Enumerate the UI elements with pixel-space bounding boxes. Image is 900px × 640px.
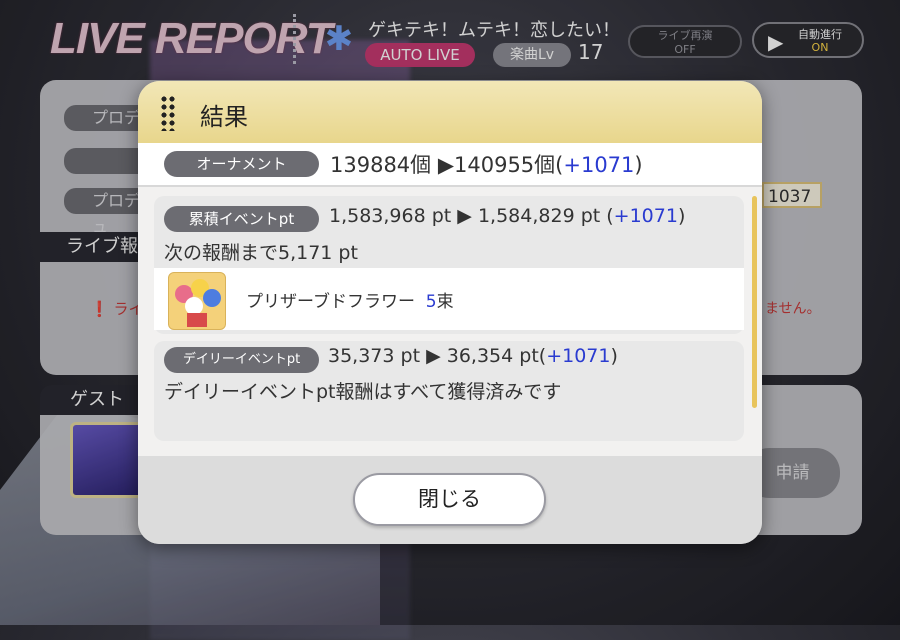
flower-ribbon [187,313,207,327]
arrow-icon: ▶ [420,345,447,367]
reward-name: プリザーブドフラワー 5束 [246,287,454,312]
daily-delta: +1071 [546,345,611,367]
close-paren: ) [634,153,643,177]
ornament-values: 139884個 ▶140955個(+1071) [330,149,643,179]
preserved-flower-icon [168,272,226,330]
arrow-icon: ▶ [431,153,454,177]
result-scroll-area[interactable]: 累積イベントpt 1,583,968 pt ▶ 1,584,829 pt (+1… [154,196,746,441]
close-button[interactable]: 閉じる [353,473,546,526]
ornament-from: 139884個 [330,153,432,177]
modal-footer: 閉じる [138,456,762,544]
result-modal: 結果 オーナメント 139884個 ▶140955個(+1071) 累積イベント… [138,81,762,544]
grip-dots-icon [160,95,176,131]
ornament-delta: +1071 [563,153,635,177]
reward-item-name: プリザーブドフラワー [246,292,415,312]
modal-header: 結果 [138,81,762,143]
ornament-to: 140955個( [454,153,564,177]
close-paren: ) [610,345,618,367]
cumulative-from: 1,583,968 pt [329,205,452,227]
ornament-label: オーナメント [164,151,319,177]
cumulative-event-values: 1,583,968 pt ▶ 1,584,829 pt (+1071) [329,205,685,227]
cumulative-delta: +1071 [613,205,678,227]
daily-to: 36,354 pt( [446,345,547,367]
modal-title: 結果 [200,103,248,131]
close-paren: ) [677,205,686,227]
cumulative-event-section: 累積イベントpt 1,583,968 pt ▶ 1,584,829 pt (+1… [154,196,744,334]
daily-from: 35,373 pt [328,345,421,367]
cumulative-to: 1,584,829 pt ( [477,205,614,227]
flower-petal [203,289,221,307]
scrollbar[interactable] [752,196,757,408]
daily-event-values: 35,373 pt ▶ 36,354 pt(+1071) [328,345,618,367]
reward-unit: 束 [436,292,454,312]
daily-event-section: デイリーイベントpt 35,373 pt ▶ 36,354 pt(+1071) … [154,341,744,441]
reward-quantity: 5 [425,292,437,312]
next-reward-text: 次の報酬まで5,171 pt [164,242,358,264]
daily-event-label: デイリーイベントpt [164,347,319,373]
cumulative-event-label: 累積イベントpt [164,206,319,232]
divider [138,185,762,187]
arrow-icon: ▶ [451,205,478,227]
reward-row: プリザーブドフラワー 5束 [154,268,744,330]
ornament-row: オーナメント 139884個 ▶140955個(+1071) [138,143,762,185]
daily-complete-text: デイリーイベントpt報酬はすべて獲得済みです [164,381,562,403]
